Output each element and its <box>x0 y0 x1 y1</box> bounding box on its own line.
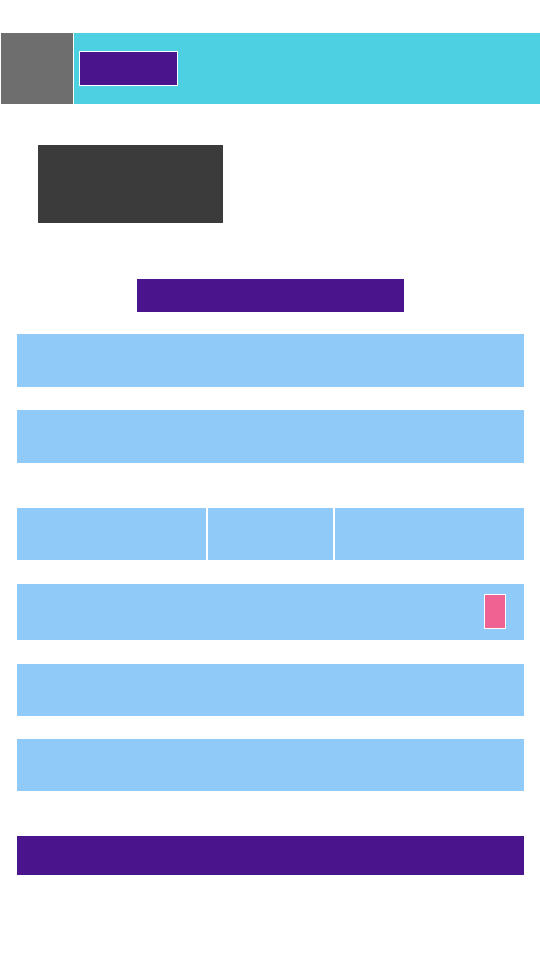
input-field-5[interactable] <box>17 739 524 791</box>
app-icon[interactable] <box>1 33 73 104</box>
input-field-1[interactable] <box>17 334 524 387</box>
split-field-left[interactable] <box>17 508 206 560</box>
input-field-4[interactable] <box>17 664 524 716</box>
split-field-right[interactable] <box>335 508 524 560</box>
toggle-switch[interactable] <box>484 594 506 629</box>
title-button[interactable] <box>137 279 404 312</box>
primary-button[interactable] <box>17 836 524 875</box>
split-field-middle[interactable] <box>208 508 333 560</box>
input-field-2[interactable] <box>17 410 524 463</box>
header-button[interactable] <box>79 51 178 86</box>
toggle-row[interactable] <box>17 584 524 640</box>
image-placeholder <box>38 145 223 223</box>
